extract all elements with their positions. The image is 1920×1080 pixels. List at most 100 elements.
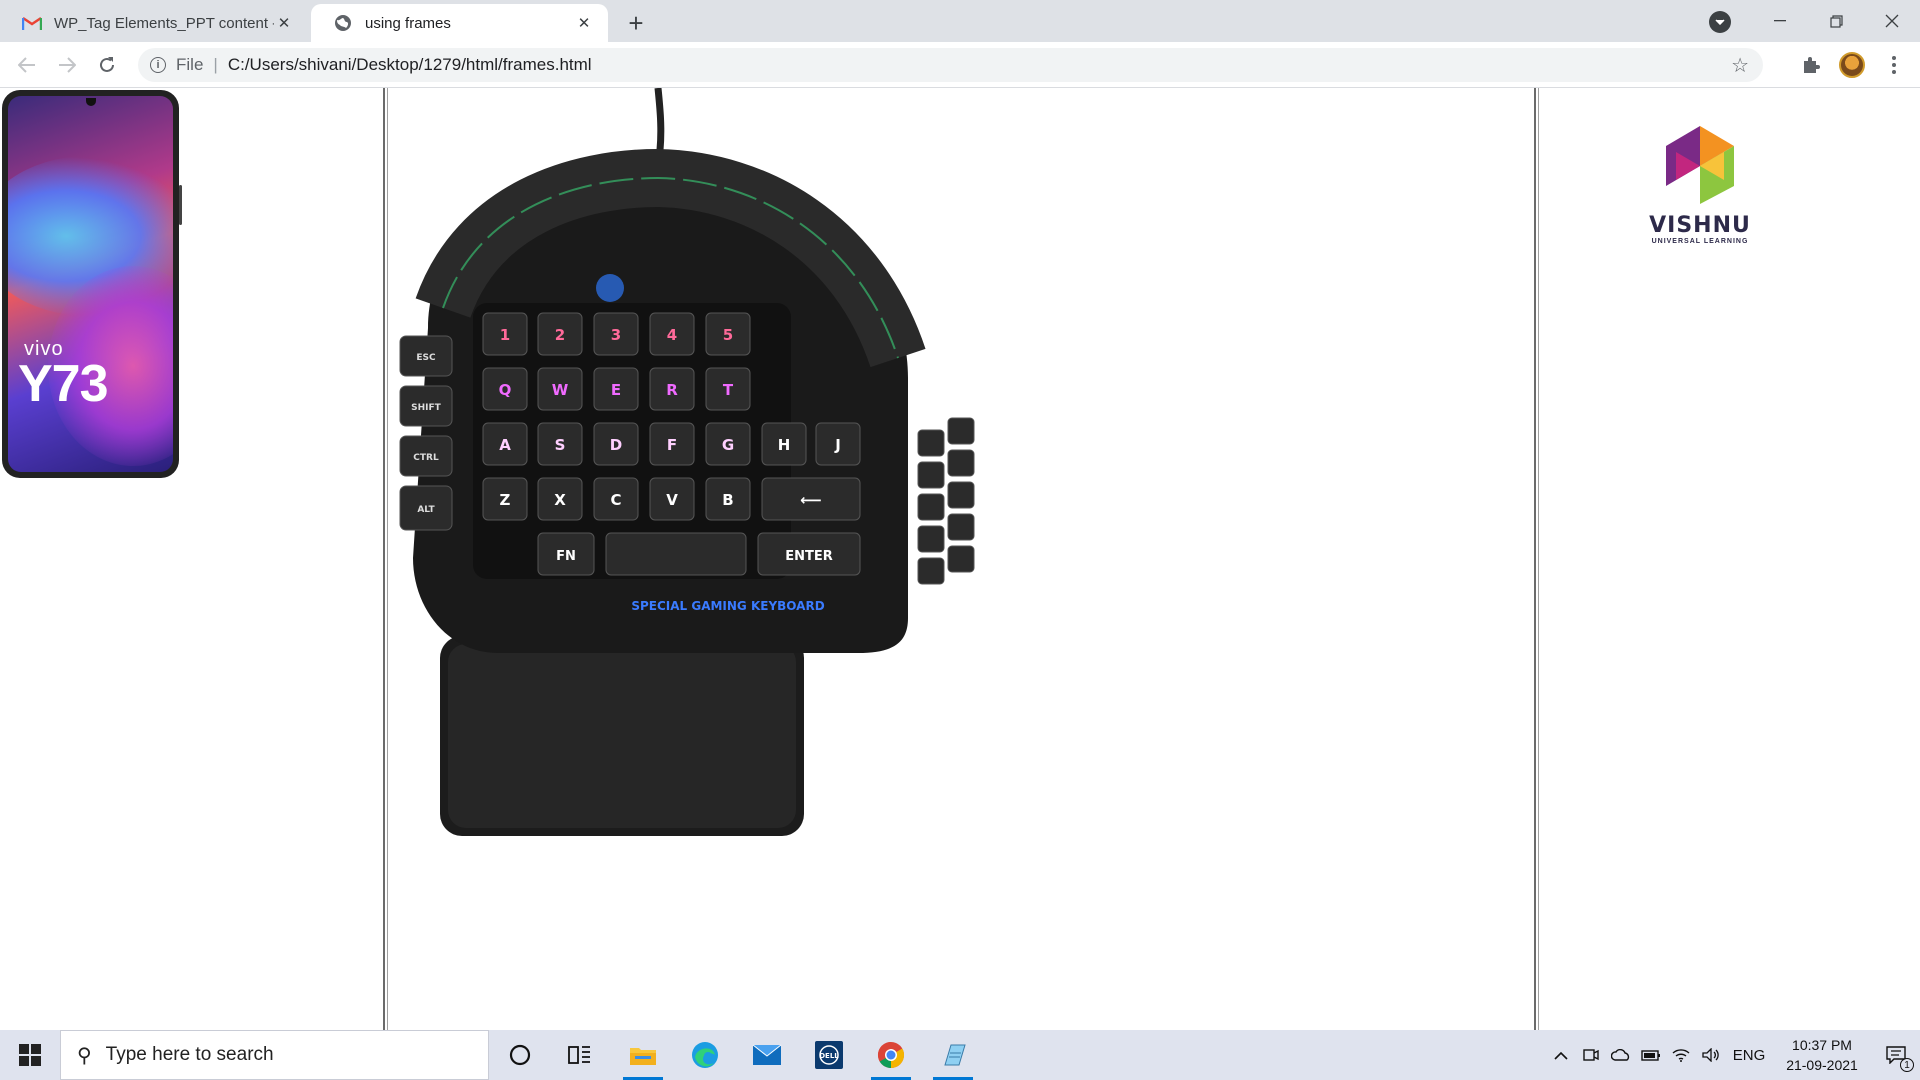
tab-title: using frames xyxy=(365,14,451,32)
keyboard-caption: SPECIAL GAMING KEYBOARD xyxy=(631,599,824,613)
tab-using-frames[interactable]: using frames ✕ xyxy=(311,4,608,42)
gaming-keyboard-image: 1 2 3 4 5 Q W E R T A S D F G H J Z X C V B ⟵ FN ENTER ESC SH… xyxy=(399,88,975,836)
close-icon[interactable] xyxy=(1864,0,1920,42)
svg-text:ESC: ESC xyxy=(416,353,436,363)
svg-text:ENTER: ENTER xyxy=(785,549,833,564)
close-tab-icon[interactable]: ✕ xyxy=(574,13,594,33)
tab-gmail[interactable]: WP_Tag Elements_PPT content - ✕ xyxy=(0,4,308,42)
svg-text:S: S xyxy=(555,436,566,454)
edge-icon[interactable] xyxy=(675,1030,735,1080)
svg-text:SHIFT: SHIFT xyxy=(411,403,442,413)
svg-text:B: B xyxy=(722,491,733,509)
svg-text:⟵: ⟵ xyxy=(800,491,822,509)
cortana-icon[interactable] xyxy=(490,1030,550,1080)
onedrive-icon[interactable] xyxy=(1606,1030,1636,1080)
close-tab-icon[interactable]: ✕ xyxy=(274,13,294,33)
meet-now-icon[interactable] xyxy=(1576,1030,1606,1080)
taskbar-clock[interactable]: 10:37 PM 21-09-2021 xyxy=(1772,1035,1872,1075)
svg-text:V: V xyxy=(666,491,678,509)
task-view-icon[interactable] xyxy=(550,1030,610,1080)
taskbar-search-input[interactable]: ⚲ Type here to search xyxy=(60,1030,489,1080)
wifi-icon[interactable] xyxy=(1666,1030,1696,1080)
clock-date: 21-09-2021 xyxy=(1786,1057,1858,1073)
svg-text:D: D xyxy=(610,436,622,454)
vishnu-logo: VISHNU UNIVERSAL LEARNING xyxy=(1640,124,1760,245)
notepad-icon[interactable] xyxy=(923,1030,983,1080)
start-button[interactable] xyxy=(0,1030,60,1080)
svg-text:H: H xyxy=(778,436,791,454)
avatar xyxy=(1839,52,1865,78)
svg-text:1: 1 xyxy=(500,326,510,344)
volume-icon[interactable] xyxy=(1696,1030,1726,1080)
svg-text:R: R xyxy=(666,381,678,399)
svg-text:DELL: DELL xyxy=(819,1052,839,1060)
new-tab-button[interactable]: + xyxy=(622,9,650,37)
frameset-content: vivo Y73 1 2 3 4 5 Q W E R T A S D F G H… xyxy=(0,88,1920,1030)
menu-kebab-icon[interactable] xyxy=(1880,51,1908,79)
svg-text:C: C xyxy=(610,491,621,509)
system-tray: ENG 10:37 PM 21-09-2021 1 xyxy=(1546,1030,1920,1080)
mail-icon[interactable] xyxy=(737,1030,797,1080)
right-frame: VISHNU UNIVERSAL LEARNING xyxy=(1540,88,1920,1030)
svg-text:FN: FN xyxy=(556,549,576,564)
window-controls xyxy=(1752,0,1920,42)
bookmark-star-icon[interactable]: ☆ xyxy=(1731,53,1749,78)
svg-text:A: A xyxy=(499,436,511,454)
middle-frame: 1 2 3 4 5 Q W E R T A S D F G H J Z X C V B ⟵ FN ENTER ESC SH… xyxy=(388,88,1534,1030)
logo-word: VISHNU xyxy=(1649,213,1751,238)
logo-subtitle: UNIVERSAL LEARNING xyxy=(1651,238,1749,245)
svg-text:2: 2 xyxy=(555,326,565,344)
site-info-icon[interactable]: i xyxy=(150,57,166,73)
browser-toolbar: i File | C:/Users/shivani/Desktop/1279/h… xyxy=(0,42,1920,88)
forward-icon[interactable] xyxy=(53,51,81,79)
svg-text:X: X xyxy=(554,491,566,509)
vishnu-logo-mark xyxy=(1666,126,1734,204)
search-placeholder: Type here to search xyxy=(105,1044,274,1065)
search-icon: ⚲ xyxy=(77,1044,92,1067)
notification-count-badge: 1 xyxy=(1900,1058,1914,1072)
minimize-icon[interactable] xyxy=(1752,0,1808,42)
tab-title: WP_Tag Elements_PPT content - xyxy=(54,14,274,32)
svg-text:5: 5 xyxy=(723,326,733,344)
svg-text:Z: Z xyxy=(500,491,511,509)
windows-taskbar: ⚲ Type here to search DELL ENG 10:37 PM … xyxy=(0,1030,1920,1080)
phone-screen: vivo Y73 xyxy=(8,96,173,472)
browser-tab-strip: WP_Tag Elements_PPT content - ✕ using fr… xyxy=(0,0,1920,42)
svg-text:F: F xyxy=(667,436,677,454)
profile-avatar[interactable] xyxy=(1838,51,1866,79)
windows-icon xyxy=(19,1044,41,1066)
svg-text:E: E xyxy=(611,381,621,399)
svg-text:ALT: ALT xyxy=(417,505,435,515)
left-frame: vivo Y73 xyxy=(0,88,383,1030)
svg-text:J: J xyxy=(834,436,841,454)
address-bar[interactable]: i File | C:/Users/shivani/Desktop/1279/h… xyxy=(138,48,1763,82)
address-separator: | xyxy=(213,55,218,74)
file-explorer-icon[interactable] xyxy=(613,1030,673,1080)
svg-text:CTRL: CTRL xyxy=(413,453,439,463)
frame-divider-right[interactable] xyxy=(1534,88,1539,1030)
svg-text:3: 3 xyxy=(611,326,621,344)
svg-text:T: T xyxy=(723,381,734,399)
globe-icon xyxy=(333,13,353,33)
phone-model-text: Y73 xyxy=(18,355,109,413)
notification-center-icon[interactable]: 1 xyxy=(1872,1030,1920,1080)
svg-text:Q: Q xyxy=(499,381,512,399)
phone-side-button xyxy=(179,185,182,225)
address-url: C:/Users/shivani/Desktop/1279/html/frame… xyxy=(227,55,592,74)
extensions-icon[interactable] xyxy=(1797,51,1825,79)
dell-icon[interactable]: DELL xyxy=(799,1030,859,1080)
back-icon[interactable] xyxy=(13,51,41,79)
svg-text:G: G xyxy=(722,436,734,454)
language-indicator[interactable]: ENG xyxy=(1726,1030,1772,1080)
chevron-up-icon[interactable] xyxy=(1546,1030,1576,1080)
gmail-icon xyxy=(22,13,42,33)
svg-text:W: W xyxy=(552,381,569,399)
restore-icon[interactable] xyxy=(1808,0,1864,42)
chrome-icon[interactable] xyxy=(861,1030,921,1080)
clock-time: 10:37 PM xyxy=(1792,1037,1852,1053)
reload-icon[interactable] xyxy=(93,51,121,79)
svg-text:4: 4 xyxy=(667,326,677,344)
battery-icon[interactable] xyxy=(1636,1030,1666,1080)
scheme-label: File xyxy=(176,55,204,74)
tab-search-icon[interactable] xyxy=(1709,11,1731,33)
